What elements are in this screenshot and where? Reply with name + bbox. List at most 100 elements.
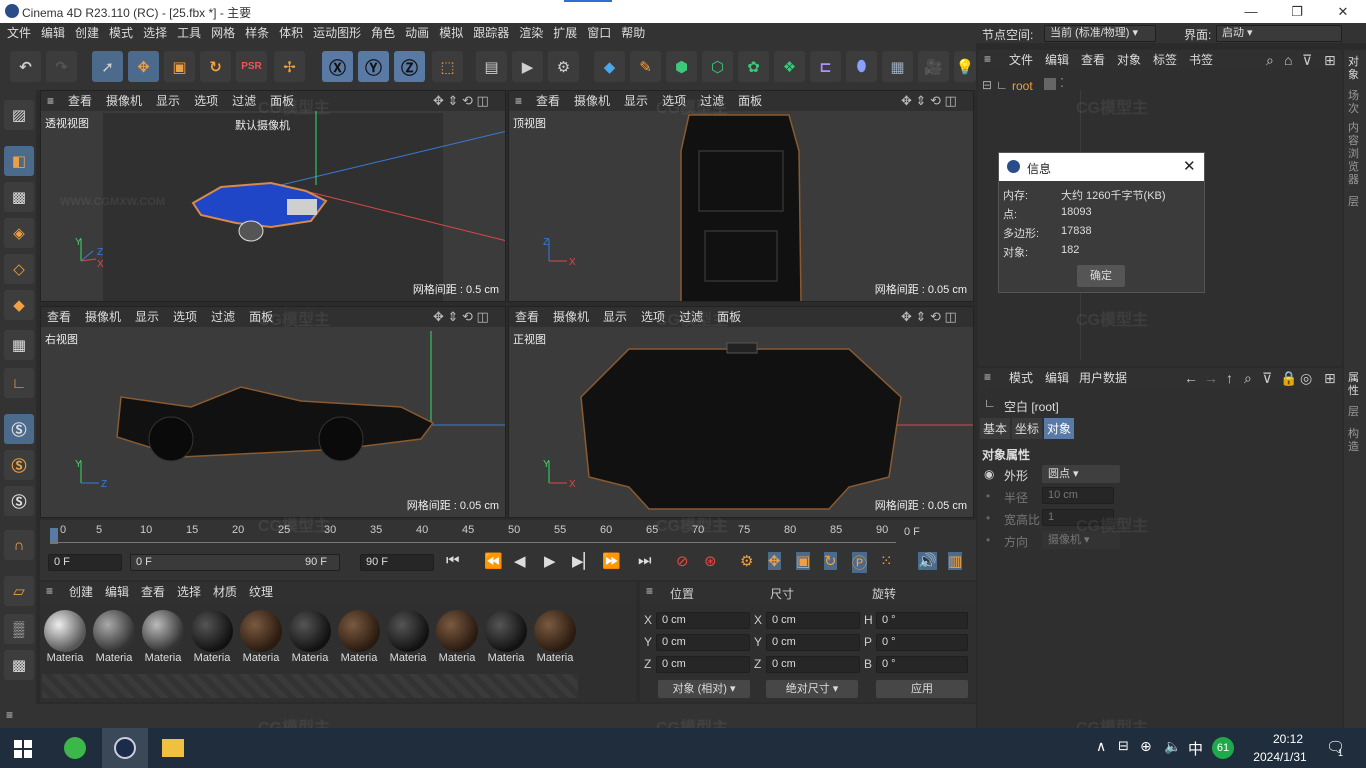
magnet-icon[interactable]: ∩ — [4, 530, 34, 560]
viewport-nav-icons[interactable]: ✥ ⇕ ⟲ ◫ — [433, 93, 489, 109]
grip-icon[interactable]: ≡ — [6, 708, 13, 722]
material-item[interactable]: Materia — [287, 608, 333, 670]
network-icon[interactable]: ⊕ — [1140, 738, 1152, 755]
workplane-lock-icon[interactable]: ▒ — [4, 614, 34, 644]
volume-icon[interactable]: 🔈 — [1164, 738, 1181, 755]
apply-button[interactable]: 应用 — [876, 680, 968, 698]
cube-object-icon[interactable]: ◆ — [594, 51, 625, 82]
close-button[interactable]: ✕ — [1320, 0, 1366, 23]
tab-coords[interactable]: 坐标 — [1012, 418, 1043, 439]
vp-menu-display[interactable]: 显示 — [156, 91, 180, 111]
obj-menu-object[interactable]: 对象 — [1112, 50, 1146, 70]
attr-menu-mode[interactable]: 模式 — [1004, 368, 1038, 388]
pos-y-field[interactable]: 0 cm — [656, 634, 750, 651]
vp-menu-camera[interactable]: 摄像机 — [574, 91, 610, 111]
up-arrow-icon[interactable]: ↑ — [1226, 370, 1233, 386]
texture-mode-icon[interactable]: ▩ — [4, 182, 34, 212]
viewport-right[interactable]: 查看 摄像机 显示 选项 过滤 面板 ✥ ⇕ ⟲ ◫ Y Z 右视图 网格间距 : 0.0… — [40, 306, 506, 518]
prev-frame-icon[interactable]: ◀ — [514, 552, 526, 570]
viewport-nav-icons[interactable]: ✥ ⇕ ⟲ ◫ — [433, 309, 489, 325]
floor-icon[interactable]: ▦ — [882, 51, 913, 82]
side-tab-browser[interactable]: 内容浏览器 — [1348, 122, 1362, 187]
extrude-icon[interactable]: ⬡ — [702, 51, 733, 82]
material-item[interactable]: Materia — [336, 608, 382, 670]
folder-icon[interactable] — [162, 739, 184, 757]
new-window-icon[interactable]: ⊞ — [1324, 370, 1336, 387]
grip-icon[interactable]: ≡ — [984, 370, 991, 384]
filter-icon[interactable]: ⊽ — [1302, 52, 1312, 69]
snap-icon[interactable]: Ⓢ — [4, 414, 34, 444]
psr-icon[interactable]: PSR — [236, 51, 267, 82]
menu-render[interactable]: 渲染 — [514, 23, 548, 43]
edges-mode-icon[interactable]: ◇ — [4, 254, 34, 284]
go-start-icon[interactable]: ⏮ — [446, 552, 460, 569]
attr-menu-userdata[interactable]: 用户数据 — [1074, 368, 1132, 388]
pen-tool-icon[interactable]: ✎ — [630, 51, 661, 82]
light-icon[interactable]: 💡 — [954, 51, 976, 82]
mat-menu-material[interactable]: 材质 — [208, 582, 242, 602]
vp-menu-panel[interactable]: 面板 — [738, 91, 762, 111]
cloner-icon[interactable]: ✿ — [738, 51, 769, 82]
menu-animate[interactable]: 动画 — [400, 23, 434, 43]
clock-time[interactable]: 20:12 — [1258, 732, 1318, 746]
target-icon[interactable]: ◎ — [1300, 370, 1312, 387]
tray-app-icon[interactable]: ⊟ — [1118, 738, 1129, 754]
mograph-icon[interactable]: ❖ — [774, 51, 805, 82]
search-icon[interactable]: ⌕ — [1266, 52, 1274, 69]
make-editable-icon[interactable]: ▨ — [4, 100, 34, 130]
security-badge[interactable]: 61 — [1212, 737, 1234, 759]
side-tab-structure[interactable]: 构造 — [1348, 428, 1362, 454]
windows-start-icon[interactable] — [14, 740, 32, 758]
mat-menu-texture[interactable]: 纹理 — [244, 582, 278, 602]
menu-character[interactable]: 角色 — [366, 23, 400, 43]
snap-mode-icon[interactable]: Ⓢ — [4, 486, 34, 516]
material-item[interactable]: Materia — [189, 608, 235, 670]
menu-help[interactable]: 帮助 — [616, 23, 650, 43]
search-icon[interactable]: ⌕ — [1244, 370, 1252, 387]
field-icon[interactable]: ⬮ — [846, 51, 877, 82]
obj-menu-edit[interactable]: 编辑 — [1040, 50, 1074, 70]
undo-icon[interactable]: ↶ — [10, 51, 41, 82]
vp-menu-display[interactable]: 显示 — [135, 307, 159, 327]
viewport-nav-icons[interactable]: ✥ ⇕ ⟲ ◫ — [901, 93, 957, 109]
browser-icon[interactable] — [64, 737, 86, 759]
radio-icon[interactable]: • — [986, 533, 990, 547]
obj-menu-tags[interactable]: 标签 — [1148, 50, 1182, 70]
current-frame-field[interactable]: 0 F — [48, 554, 122, 571]
scale-tool-icon[interactable]: ▣ — [164, 51, 195, 82]
menu-mograph[interactable]: 运动图形 — [308, 23, 366, 43]
camera-icon[interactable]: 🎥 — [918, 51, 949, 82]
model-mode-icon[interactable]: ◧ — [4, 146, 34, 176]
home-icon[interactable]: ⌂ — [1284, 52, 1292, 68]
menu-tools[interactable]: 工具 — [172, 23, 206, 43]
coord-mode-select[interactable]: 对象 (相对) ▾ — [658, 680, 750, 698]
material-item[interactable]: Materia — [91, 608, 137, 670]
coord-system-icon[interactable]: ✢ — [274, 51, 305, 82]
viewport-top[interactable]: ≡ 查看 摄像机 显示 选项 过滤 面板 ✥ ⇕ ⟲ ◫ Z X 顶视图 网格间距 : 0.… — [508, 90, 974, 302]
vp-menu-view[interactable]: 查看 — [515, 307, 539, 327]
frame-range-slider[interactable]: 0 F 90 F — [130, 554, 340, 571]
radio-icon[interactable]: • — [986, 511, 990, 525]
keyframe-selection-icon[interactable]: ⚙ — [740, 552, 753, 570]
forward-arrow-icon[interactable]: → — [1204, 370, 1218, 386]
radio-icon[interactable]: ◉ — [984, 467, 994, 481]
vp-menu-options[interactable]: 选项 — [173, 307, 197, 327]
render-picture-icon[interactable]: ▶ — [512, 51, 543, 82]
mat-menu-create[interactable]: 创建 — [64, 582, 98, 602]
vp-menu-view[interactable]: 查看 — [47, 307, 71, 327]
render-settings-icon[interactable]: ⚙ — [548, 51, 579, 82]
key-rotation-icon[interactable]: ↻ — [824, 552, 837, 570]
shape-select[interactable]: 圆点 ▾ — [1042, 465, 1120, 483]
tray-arrow-icon[interactable]: ∧ — [1096, 738, 1106, 755]
key-position-icon[interactable]: ✥ — [768, 552, 781, 570]
vp-menu-view[interactable]: 查看 — [68, 91, 92, 111]
expand-icon[interactable]: ⊟ — [982, 78, 992, 92]
key-pla-icon[interactable]: ⁙ — [880, 552, 893, 570]
layer-tag-icon[interactable] — [1044, 78, 1056, 90]
rot-b-field[interactable]: 0 ° — [876, 656, 968, 673]
redo-icon[interactable]: ↷ — [46, 51, 77, 82]
side-tab-layers[interactable]: 层 — [1348, 406, 1362, 419]
obj-menu-file[interactable]: 文件 — [1004, 50, 1038, 70]
lock-icon[interactable]: 🔒 — [1280, 370, 1297, 387]
new-window-icon[interactable]: ⊞ — [1324, 52, 1336, 69]
